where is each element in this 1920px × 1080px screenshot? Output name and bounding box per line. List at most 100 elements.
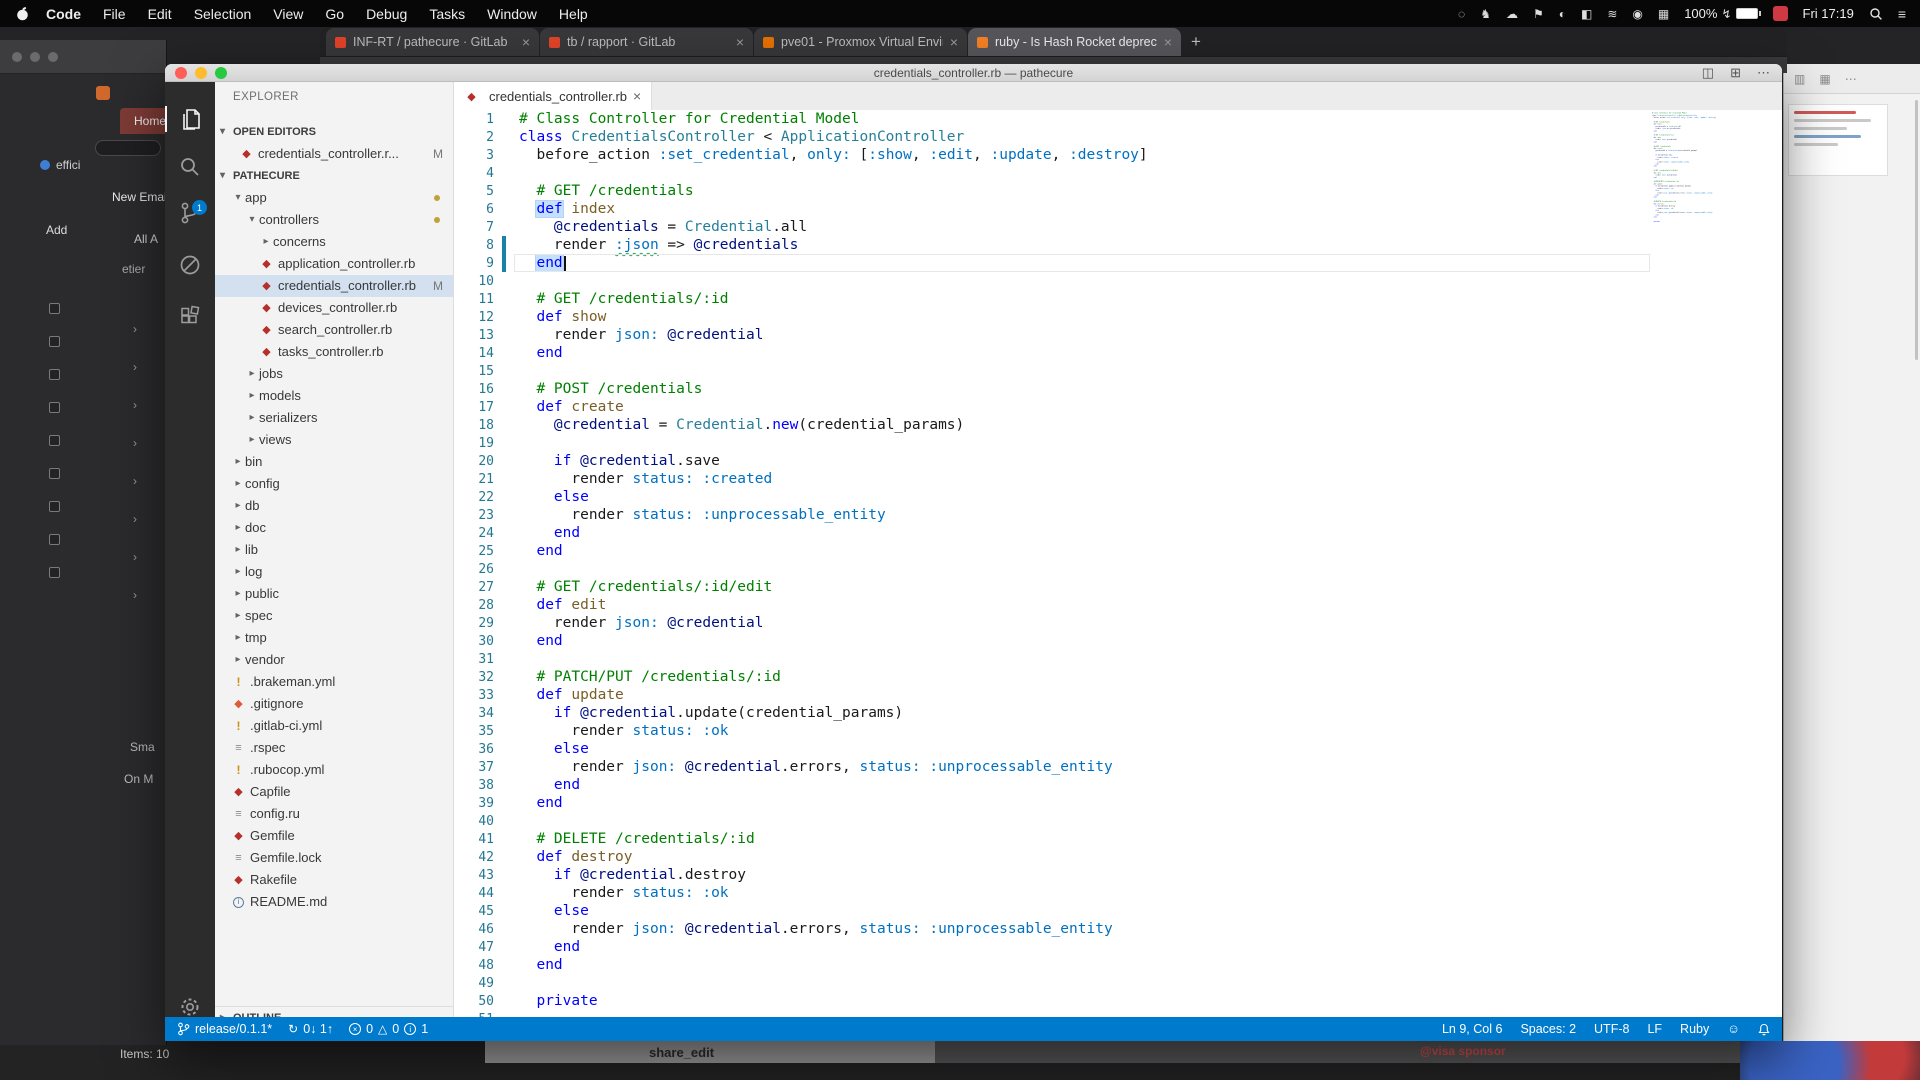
apple-menu-icon[interactable] (16, 6, 29, 21)
eol-sequence[interactable]: LF (1647, 1022, 1662, 1036)
tab-close-icon[interactable]: × (522, 34, 530, 50)
left-window-traffic-lights[interactable] (12, 52, 58, 62)
tree-item-lib[interactable]: ▸lib (215, 539, 453, 561)
checkbox[interactable] (49, 435, 60, 446)
chevron-right-icon[interactable]: › (133, 322, 137, 336)
menubar-status-icon-4[interactable]: ⚑ (1533, 7, 1544, 21)
menu-help[interactable]: Help (548, 6, 599, 22)
branch-indicator[interactable]: release/0.1.1* (177, 1022, 272, 1036)
encoding[interactable]: UTF-8 (1594, 1022, 1629, 1036)
tree-item-Rakefile[interactable]: ◆Rakefile (215, 869, 453, 891)
tree-item-config[interactable]: ▸config (215, 473, 453, 495)
tree-item-vendor[interactable]: ▸vendor (215, 649, 453, 671)
code-editor[interactable]: 1# Class Controller for Credential Model… (454, 110, 1782, 1017)
menu-window[interactable]: Window (476, 6, 548, 22)
circle-slash-icon[interactable] (165, 252, 215, 278)
problems-indicator[interactable]: × 0 △ 0 i 1 (349, 1022, 428, 1036)
tab-close-icon[interactable]: × (736, 34, 744, 50)
tree-item-db[interactable]: ▸db (215, 495, 453, 517)
tree-item-README.md[interactable]: iREADME.md (215, 891, 453, 913)
chevron-right-icon[interactable]: › (133, 436, 137, 450)
checkbox[interactable] (49, 468, 60, 479)
checkbox[interactable] (49, 501, 60, 512)
left-window-search-field[interactable] (95, 140, 161, 156)
menubar-status-icon-2[interactable]: ♞ (1480, 7, 1491, 21)
chevron-right-icon[interactable]: › (133, 474, 137, 488)
checkbox[interactable] (49, 303, 60, 314)
checkbox[interactable] (49, 402, 60, 413)
browser-tab[interactable]: pve01 - Proxmox Virtual Enviro× (754, 28, 967, 56)
outline-header[interactable]: ▸ OUTLINE (215, 1006, 453, 1017)
tree-item-devices_controller.rb[interactable]: ◆devices_controller.rb (215, 297, 453, 319)
tree-item-log[interactable]: ▸log (215, 561, 453, 583)
tree-item-.brakeman.yml[interactable]: !.brakeman.yml (215, 671, 453, 693)
layout-icon[interactable]: ⊞ (1730, 65, 1741, 81)
browser-tab[interactable]: tb / rapport · GitLab× (540, 28, 753, 56)
tree-item-Capfile[interactable]: ◆Capfile (215, 781, 453, 803)
checkbox[interactable] (49, 534, 60, 545)
menubar-status-icon-3[interactable]: ☁ (1506, 7, 1518, 21)
tree-item-views[interactable]: ▸views (215, 429, 453, 451)
new-tab-button[interactable]: + (1182, 28, 1210, 56)
right-window-scrollbar[interactable] (1915, 100, 1918, 360)
tree-item-.rspec[interactable]: ≡.rspec (215, 737, 453, 759)
checkbox[interactable] (49, 369, 60, 380)
grid-icon[interactable]: ▦ (1819, 72, 1830, 86)
menubar-status-icon-1[interactable]: ◌ (1458, 7, 1465, 21)
spotlight-icon[interactable] (1869, 7, 1883, 21)
tree-item-application_controller.rb[interactable]: ◆application_controller.rb (215, 253, 453, 275)
split-editor-icon[interactable]: ◫ (1702, 65, 1714, 81)
menubar-status-icon-9[interactable]: ▦ (1658, 7, 1669, 21)
close-window-button[interactable] (175, 67, 187, 79)
menubar-status-icon-8[interactable]: ◉ (1632, 7, 1642, 21)
tree-item-models[interactable]: ▸models (215, 385, 453, 407)
cursor-position[interactable]: Ln 9, Col 6 (1442, 1022, 1502, 1036)
chevron-right-icon[interactable]: › (133, 398, 137, 412)
tree-item-search_controller.rb[interactable]: ◆search_controller.rb (215, 319, 453, 341)
language-mode[interactable]: Ruby (1680, 1022, 1709, 1036)
menubar-status-icon-7[interactable]: ≋ (1607, 7, 1617, 21)
zoom-window-button[interactable] (215, 67, 227, 79)
tree-item-doc[interactable]: ▸doc (215, 517, 453, 539)
tree-item-spec[interactable]: ▸spec (215, 605, 453, 627)
add-button[interactable]: Add (46, 223, 67, 237)
menu-go[interactable]: Go (314, 6, 355, 22)
tree-item-.gitlab-ci.yml[interactable]: !.gitlab-ci.yml (215, 715, 453, 737)
chevron-right-icon[interactable]: › (133, 588, 137, 602)
tab-close-icon[interactable]: × (950, 34, 958, 50)
tree-item-controllers[interactable]: ▾controllers (215, 209, 453, 231)
tree-item-bin[interactable]: ▸bin (215, 451, 453, 473)
tree-item-credentials_controller.rb[interactable]: ◆credentials_controller.rbM (215, 275, 453, 297)
tree-item-tmp[interactable]: ▸tmp (215, 627, 453, 649)
vscode-title-bar[interactable]: credentials_controller.rb — pathecure ◫ … (165, 64, 1782, 82)
tree-item-config.ru[interactable]: ≡config.ru (215, 803, 453, 825)
open-editor-item[interactable]: ◆credentials_controller.r...M (215, 143, 453, 165)
tree-item-jobs[interactable]: ▸jobs (215, 363, 453, 385)
tree-item-tasks_controller.rb[interactable]: ◆tasks_controller.rb (215, 341, 453, 363)
bell-icon[interactable] (1758, 1023, 1770, 1036)
menu-code[interactable]: Code (35, 6, 92, 22)
menubar-status-icon-5[interactable]: ◐ (1559, 7, 1566, 21)
tree-item-.rubocop.yml[interactable]: !.rubocop.yml (215, 759, 453, 781)
source-control-icon[interactable] (165, 200, 215, 226)
menubar-clock[interactable]: Fri 17:19 (1803, 6, 1854, 21)
open-editors-header[interactable]: ▾ OPEN EDITORS (215, 121, 453, 143)
menubar-status-icon-6[interactable]: ◧ (1581, 7, 1592, 21)
battery-indicator[interactable]: 100% ↯ (1684, 6, 1757, 21)
vscode-traffic-lights[interactable] (175, 67, 227, 79)
left-window-checkbox-list[interactable] (49, 303, 60, 600)
tree-item-Gemfile.lock[interactable]: ≡Gemfile.lock (215, 847, 453, 869)
chevron-right-icon[interactable]: › (133, 360, 137, 374)
sync-indicator[interactable]: ↻ 0↓ 1↑ (288, 1022, 333, 1036)
extensions-icon[interactable] (165, 304, 215, 330)
columns-icon[interactable]: ▥ (1794, 72, 1805, 86)
menu-debug[interactable]: Debug (355, 6, 418, 22)
browser-tab[interactable]: ruby - Is Hash Rocket deprecat× (968, 28, 1181, 56)
chevron-right-icon[interactable]: › (133, 550, 137, 564)
tab-close-icon[interactable]: × (633, 88, 641, 104)
tree-item-app[interactable]: ▾app (215, 187, 453, 209)
search-icon[interactable] (165, 154, 215, 180)
tree-item-Gemfile[interactable]: ◆Gemfile (215, 825, 453, 847)
project-header[interactable]: ▾ PATHECURE (215, 165, 453, 187)
menu-selection[interactable]: Selection (183, 6, 263, 22)
